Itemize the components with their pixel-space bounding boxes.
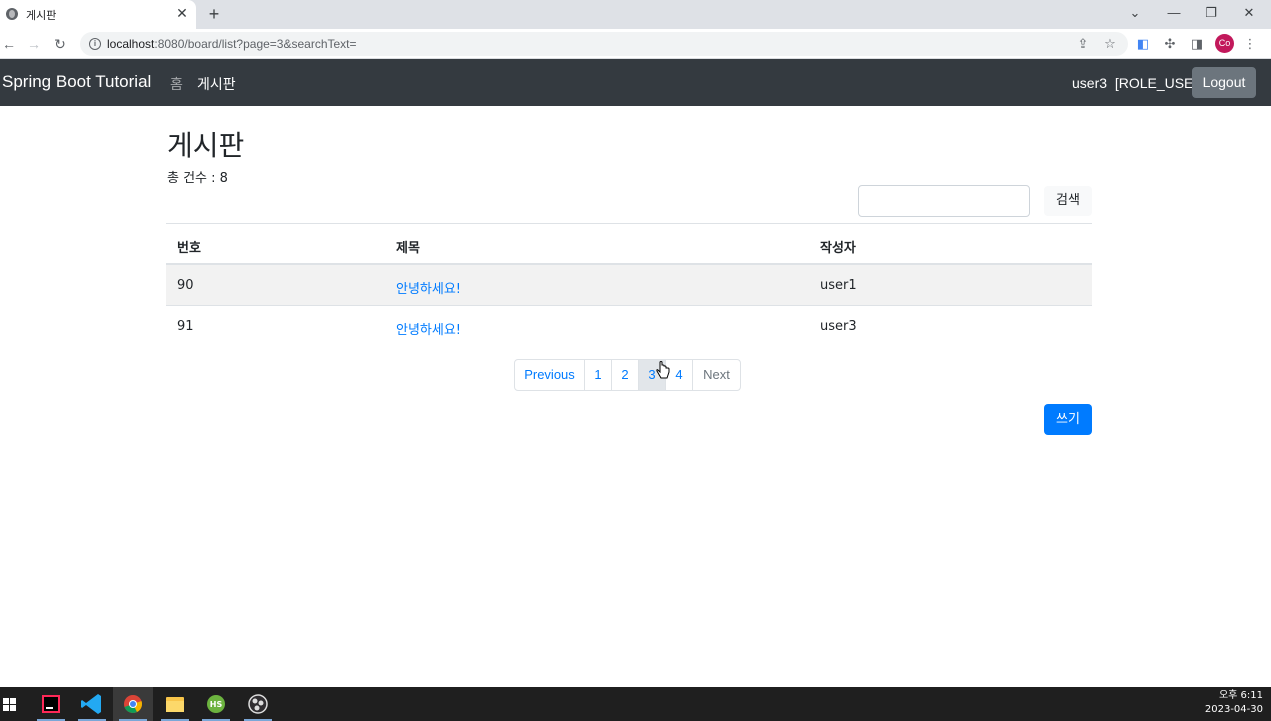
post-author: user1 xyxy=(820,278,857,293)
back-icon[interactable]: ← xyxy=(0,34,18,54)
url-text: localhost:8080/board/list?page=3&searchT… xyxy=(107,37,357,51)
share-icon[interactable]: ⇪ xyxy=(1074,35,1092,53)
logout-button[interactable]: Logout xyxy=(1192,67,1256,98)
taskbar-vscode[interactable] xyxy=(72,687,112,721)
search-button[interactable]: 검색 xyxy=(1044,186,1092,216)
tab-search-icon[interactable]: ⌄ xyxy=(1124,3,1146,23)
clock-date: 2023-04-30 xyxy=(1204,704,1263,715)
taskbar-file-explorer[interactable] xyxy=(155,687,195,721)
search-input[interactable] xyxy=(858,185,1030,217)
page-previous-button[interactable]: Previous xyxy=(514,359,585,391)
page-link-2[interactable]: 2 xyxy=(611,359,639,391)
app-navbar: Spring Boot Tutorial 홈 게시판 user3 [ROLE_U… xyxy=(0,59,1271,106)
taskbar-chrome[interactable] xyxy=(113,687,153,721)
total-count: 총 건수 : 8 xyxy=(167,171,228,186)
post-number: 90 xyxy=(177,278,194,293)
address-bar[interactable]: i localhost:8080/board/list?page=3&searc… xyxy=(80,32,1128,56)
column-header-author: 작성자 xyxy=(820,241,856,256)
restore-icon[interactable]: ❐ xyxy=(1200,3,1222,23)
post-title-link[interactable]: 안녕하세요! xyxy=(396,319,461,338)
obs-icon xyxy=(248,694,268,714)
post-title-link[interactable]: 안녕하세요! xyxy=(396,278,461,297)
nav-link-board[interactable]: 게시판 xyxy=(197,74,236,94)
hand-cursor-icon xyxy=(656,361,670,379)
browser-tab[interactable]: 게시판 ✕ xyxy=(0,0,196,29)
vscode-icon xyxy=(81,694,101,714)
translate-extension-icon[interactable]: ◧ xyxy=(1134,34,1152,54)
new-tab-button[interactable]: + xyxy=(205,4,223,24)
user-info: user3 [ROLE_USER] xyxy=(1072,75,1207,91)
profile-avatar[interactable]: Co xyxy=(1215,34,1234,53)
url-path: :8080/board/list?page=3&searchText= xyxy=(154,37,357,51)
tab-title: 게시판 xyxy=(26,9,57,22)
table-row: 91 안녕하세요! user3 xyxy=(166,306,1092,347)
browser-tab-strip: 게시판 ✕ + ⌄ — ❐ ✕ xyxy=(0,0,1271,29)
post-number: 91 xyxy=(177,319,194,334)
page-title: 게시판 xyxy=(167,129,245,162)
forward-icon[interactable]: → xyxy=(25,34,43,54)
globe-icon xyxy=(6,8,18,20)
table-row: 90 안녕하세요! user1 xyxy=(166,265,1092,306)
window-close-icon[interactable]: ✕ xyxy=(1238,3,1260,23)
taskbar-obs[interactable] xyxy=(238,687,278,721)
browser-toolbar: ← → ↻ i localhost:8080/board/list?page=3… xyxy=(0,29,1271,59)
table-header-row: 번호 제목 작성자 xyxy=(166,224,1092,265)
page-link-1[interactable]: 1 xyxy=(584,359,612,391)
nav-link-home[interactable]: 홈 xyxy=(170,74,183,94)
column-header-number: 번호 xyxy=(177,241,201,256)
post-author: user3 xyxy=(820,319,857,334)
chrome-icon xyxy=(124,695,142,713)
intellij-icon xyxy=(42,695,60,713)
write-button[interactable]: 쓰기 xyxy=(1044,404,1092,435)
url-host: localhost xyxy=(107,37,155,51)
board-table: 번호 제목 작성자 90 안녕하세요! user1 91 안녕하세요! user… xyxy=(166,223,1092,347)
side-panel-icon[interactable]: ◨ xyxy=(1188,34,1206,54)
minimize-icon[interactable]: — xyxy=(1163,3,1185,23)
clock-time: 오후 6:11 xyxy=(1218,690,1263,701)
bookmark-star-icon[interactable]: ☆ xyxy=(1101,35,1119,53)
user-name: user3 xyxy=(1072,75,1108,91)
system-clock[interactable]: 오후 6:11 2023-04-30 xyxy=(1205,689,1263,717)
reload-icon[interactable]: ↻ xyxy=(51,34,69,54)
os-taskbar: HS 오후 6:11 2023-04-30 xyxy=(0,687,1271,721)
site-info-icon[interactable]: i xyxy=(89,38,101,50)
screen: 게시판 ✕ + ⌄ — ❐ ✕ ← → ↻ i localhost:8080/b… xyxy=(0,0,1271,721)
menu-kebab-icon[interactable]: ⋮ xyxy=(1241,34,1259,54)
pagination: Previous 1 2 3 4 Next xyxy=(514,359,741,391)
heidisql-icon: HS xyxy=(207,695,225,713)
taskbar-heidisql[interactable]: HS xyxy=(196,687,236,721)
folder-icon xyxy=(166,697,184,712)
navbar-brand[interactable]: Spring Boot Tutorial xyxy=(2,72,151,92)
svg-text:HS: HS xyxy=(210,700,223,709)
page-next-button[interactable]: Next xyxy=(692,359,741,391)
column-header-title: 제목 xyxy=(396,241,420,256)
tab-close-icon[interactable]: ✕ xyxy=(174,5,190,21)
taskbar-intellij[interactable] xyxy=(31,687,71,721)
extensions-puzzle-icon[interactable]: ✣ xyxy=(1161,34,1179,54)
